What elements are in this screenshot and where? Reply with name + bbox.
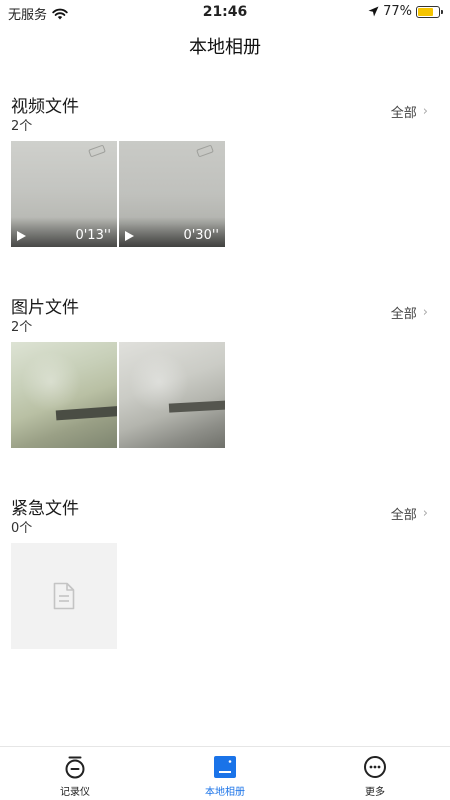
battery-icon: [416, 5, 443, 18]
section-title: 视频文件: [11, 97, 79, 117]
section-count: 2个: [11, 320, 33, 335]
thumbnail-detail: [196, 144, 214, 158]
page-title: 本地相册: [189, 37, 261, 58]
video-thumbnails: 0'13'' 0'30'': [11, 141, 225, 247]
thumbnail-detail: [168, 400, 225, 413]
tab-album[interactable]: 本地相册: [180, 755, 270, 798]
view-all-label: 全部: [390, 508, 417, 523]
image-thumbnail[interactable]: [11, 342, 117, 448]
play-icon: [125, 231, 134, 241]
view-all-emergency-button[interactable]: 全部 ›: [391, 504, 428, 523]
view-all-images-button[interactable]: 全部 ›: [391, 303, 428, 322]
play-icon: [17, 231, 26, 241]
tab-label: 本地相册: [205, 787, 245, 798]
recorder-icon: [65, 756, 85, 779]
section-count: 2个: [11, 119, 33, 134]
battery-percent: 77%: [383, 4, 412, 19]
image-thumbnails: [11, 342, 225, 448]
status-right: 77%: [368, 4, 443, 19]
chevron-right-icon: ›: [422, 506, 428, 521]
location-arrow-icon: [368, 6, 379, 17]
chevron-right-icon: ›: [422, 305, 428, 320]
tab-label: 记录仪: [60, 787, 90, 798]
video-duration: 0'30'': [183, 228, 219, 243]
view-all-label: 全部: [390, 307, 417, 322]
thumbnail-detail: [88, 144, 106, 158]
thumbnail-detail: [21, 352, 81, 412]
video-thumbnail[interactable]: 0'13'': [11, 141, 117, 247]
tab-label: 更多: [365, 787, 385, 798]
image-thumbnail[interactable]: [119, 342, 225, 448]
section-title: 紧急文件: [11, 499, 79, 519]
video-duration: 0'13'': [75, 228, 111, 243]
empty-placeholder: [11, 543, 117, 649]
battery-fill: [418, 7, 434, 16]
chevron-right-icon: ›: [422, 104, 428, 119]
section-title: 图片文件: [11, 298, 79, 318]
more-icon: [364, 756, 386, 778]
album-icon: [214, 756, 236, 778]
section-count: 0个: [11, 521, 33, 536]
tab-more[interactable]: 更多: [330, 755, 420, 798]
video-thumbnail[interactable]: 0'30'': [119, 141, 225, 247]
document-icon: [53, 582, 75, 610]
emergency-thumbnails: [11, 543, 117, 649]
view-all-label: 全部: [390, 106, 417, 121]
tab-recorder[interactable]: 记录仪: [30, 755, 120, 798]
status-bar: 无服务 21:46 77%: [0, 0, 450, 24]
tab-bar: 记录仪 本地相册 更多: [0, 746, 450, 800]
view-all-videos-button[interactable]: 全部 ›: [391, 102, 428, 121]
